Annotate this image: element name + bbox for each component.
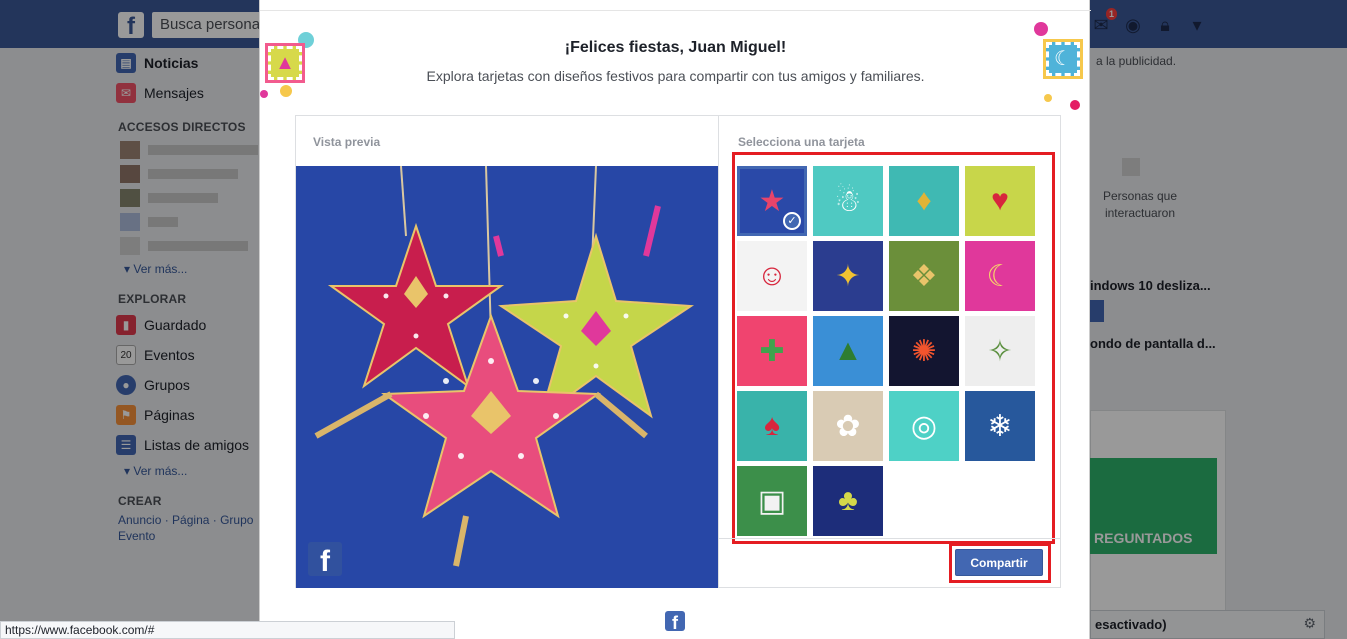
card-stockings-artwork-icon: ♠ <box>764 409 780 442</box>
decoration-dot <box>280 85 292 97</box>
decoration-dot <box>1070 100 1080 110</box>
card-crescent-window-artwork-icon: ☾ <box>986 259 1014 293</box>
card-bird[interactable]: ♥ <box>965 166 1035 236</box>
card-pattern-knot[interactable]: ❖ <box>889 241 959 311</box>
card-gifts-sparkler-artwork-icon: ✦ <box>835 259 861 293</box>
card-snow-globe[interactable]: ☃ <box>813 166 883 236</box>
decoration-dot <box>260 90 268 98</box>
card-crescent-window[interactable]: ☾ <box>965 241 1035 311</box>
facebook-watermark-icon: f <box>308 542 342 578</box>
card-sand-angel-artwork-icon: ✿ <box>835 409 861 443</box>
selected-check-icon: ✓ <box>783 212 801 230</box>
browser-status-url: https://www.facebook.com/# <box>0 621 455 639</box>
dialog-top-divider <box>260 10 1091 11</box>
card-stockings[interactable]: ♠ <box>737 391 807 461</box>
card-latte-art[interactable]: ◎ <box>889 391 959 461</box>
card-forest[interactable]: ♣ <box>813 466 883 536</box>
card-angel-leaves[interactable]: ✧ <box>965 316 1035 386</box>
card-string-lights[interactable]: ❄ <box>965 391 1035 461</box>
card-dreidel-coins[interactable]: ♦ <box>889 166 959 236</box>
decoration-dot <box>1034 22 1048 36</box>
right-decoration: ☾ <box>1030 20 1091 110</box>
preview-heading: Vista previa <box>313 135 381 149</box>
card-angel-leaves-artwork-icon: ✧ <box>987 334 1013 368</box>
select-card-heading: Selecciona una tarjeta <box>738 135 865 149</box>
card-camper-van[interactable]: ▣ <box>737 466 807 536</box>
card-fireworks-artwork-icon: ✺ <box>911 334 937 368</box>
card-gifts-sparkler[interactable]: ✦ <box>813 241 883 311</box>
card-tree-ornaments-artwork-icon: ▲ <box>833 334 863 367</box>
card-tree-ornaments[interactable]: ▲ <box>813 316 883 386</box>
card-camper-van-artwork-icon: ▣ <box>757 484 787 518</box>
card-paper-stars[interactable]: ★ ✓ <box>737 166 807 236</box>
holiday-card-dialog: ▲ ☾ ¡Felices fiestas, Juan Miguel! Explo… <box>259 0 1091 639</box>
card-fireworks[interactable]: ✺ <box>889 316 959 386</box>
card-sand-angel[interactable]: ✿ <box>813 391 883 461</box>
card-pattern-knot-artwork-icon: ❖ <box>910 259 938 293</box>
dialog-subtitle: Explora tarjetas con diseños festivos pa… <box>426 68 925 84</box>
card-dreidel-coins-artwork-icon: ♦ <box>916 184 932 217</box>
card-cactus[interactable]: ✚ <box>737 316 807 386</box>
card-string-lights-artwork-icon: ❄ <box>987 409 1013 443</box>
card-forest-artwork-icon: ♣ <box>838 484 858 517</box>
card-bird-artwork-icon: ♥ <box>991 184 1009 217</box>
card-snow-globe-artwork-icon: ☃ <box>834 184 862 218</box>
card-grid: ★ ✓ ☃ ♦ ♥ ☺ ✦ ❖ ☾ ✚ ▲ ✺ ✧ ♠ ✿ ◎ ❄ ▣ ♣ <box>737 166 1035 536</box>
decoration-dot <box>1044 94 1052 102</box>
card-santa-artwork-icon: ☺ <box>756 259 788 292</box>
card-santa[interactable]: ☺ <box>737 241 807 311</box>
card-cactus-artwork-icon: ✚ <box>759 334 785 368</box>
panel-divider <box>718 116 719 587</box>
paper-stars-illustration <box>296 166 718 588</box>
facebook-footer-icon: f <box>665 611 685 633</box>
card-preview-image: f <box>296 166 718 588</box>
dialog-title: ¡Felices fiestas, Juan Miguel! <box>564 39 787 56</box>
card-latte-art-artwork-icon: ◎ <box>910 409 938 443</box>
panel-footer-divider <box>718 538 1060 539</box>
share-button[interactable]: Compartir <box>955 549 1043 576</box>
